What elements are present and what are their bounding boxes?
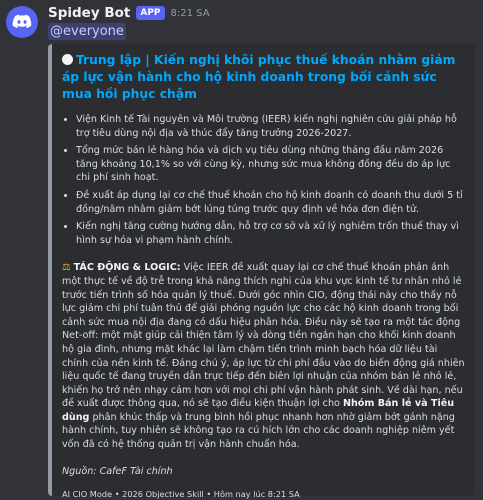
bot-username[interactable]: Spidey Bot (48, 5, 130, 21)
summary-bullet: Đề xuất áp dụng lại cơ chế thuế khoán ch… (76, 189, 465, 216)
app-badge: APP (136, 6, 165, 20)
bot-avatar[interactable] (6, 6, 38, 38)
message-timestamp[interactable]: 8:21 SA (171, 8, 210, 19)
news-source: Nguồn: CafeF Tài chính (62, 465, 173, 477)
embed-footer: AI CIO Mode • 2026 Objective Skill • Hôm… (62, 488, 300, 499)
impact-analysis: ⚖ TÁC ĐỘNG & LOGIC: Việc IEER đề xuất qua… (62, 261, 465, 451)
embed-title[interactable]: Trung lập | Kiến nghị khôi phục thuế kho… (62, 52, 465, 103)
embed-title-text: Trung lập | Kiến nghị khôi phục thuế kho… (62, 53, 456, 101)
impact-text-part1: Việc IEER đề xuất quay lại cơ chế thuế k… (62, 262, 465, 410)
discord-logo-icon (12, 14, 32, 28)
news-embed: Trung lập | Kiến nghị khôi phục thuế kho… (48, 44, 475, 499)
message-header: Spidey Bot APP 8:21 SA (48, 4, 210, 22)
summary-bullet: Kiến nghị tăng cường hướng dẫn, hỗ trợ c… (76, 220, 465, 247)
impact-label: TÁC ĐỘNG & LOGIC: (73, 262, 181, 274)
bot-message: Spidey Bot APP 8:21 SA @everyone Trung l… (0, 0, 483, 500)
impact-text-part2: phân khúc thấp và trung bình hồi phục nh… (62, 411, 455, 451)
balance-scale-icon: ⚖ (62, 262, 71, 274)
everyone-mention[interactable]: @everyone (48, 23, 126, 40)
white-circle-icon (62, 54, 73, 65)
summary-bullet: Viện Kinh tế Tài nguyên và Môi trường (I… (76, 113, 465, 140)
summary-bullet-list: Viện Kinh tế Tài nguyên và Môi trường (I… (62, 113, 465, 247)
summary-bullet: Tổng mức bán lẻ hàng hóa và dịch vụ tiêu… (76, 144, 465, 185)
